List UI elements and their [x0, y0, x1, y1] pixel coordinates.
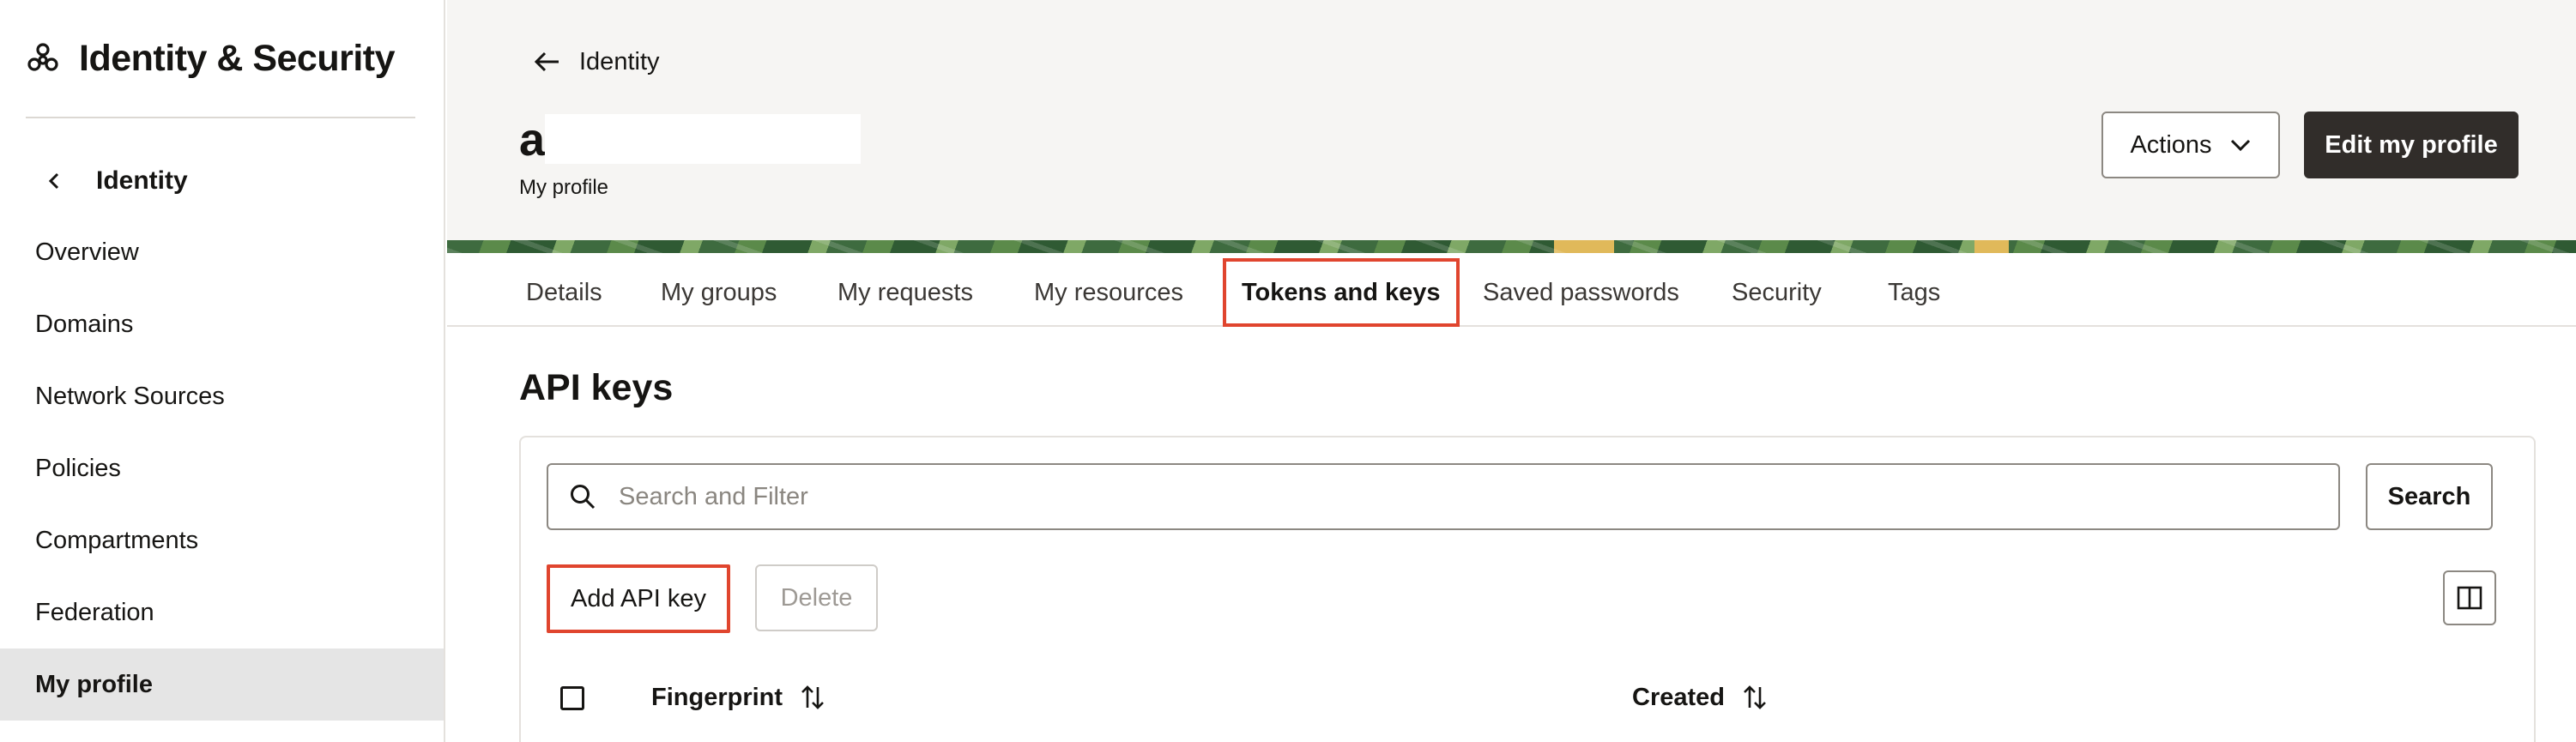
- column-header-fingerprint[interactable]: Fingerprint: [651, 676, 825, 719]
- tab-tags[interactable]: Tags: [1888, 267, 1940, 318]
- tab-my-requests[interactable]: My requests: [838, 267, 973, 318]
- tab-saved-passwords[interactable]: Saved passwords: [1483, 267, 1679, 318]
- banner-accent: [1974, 240, 2009, 253]
- page-title: a: [519, 114, 546, 166]
- sidebar: Identity & Security Identity Overview Do…: [0, 0, 445, 742]
- arrow-left-icon: [534, 51, 559, 72]
- breadcrumb-label: Identity: [579, 47, 660, 75]
- column-header-label: Created: [1632, 683, 1725, 711]
- column-header-created[interactable]: Created: [1632, 676, 1768, 719]
- add-api-key-button[interactable]: Add API key: [547, 564, 730, 633]
- api-keys-panel: Search Add API key Delete Fingerprint Cr…: [519, 436, 2536, 742]
- edit-profile-button[interactable]: Edit my profile: [2304, 112, 2519, 178]
- columns-icon: [2457, 586, 2482, 610]
- sort-icon: [801, 685, 824, 709]
- banner-accent: [1554, 240, 1614, 253]
- select-all-checkbox[interactable]: [560, 686, 584, 710]
- sidebar-item-network-sources[interactable]: Network Sources: [0, 360, 444, 432]
- search-input[interactable]: [619, 482, 2249, 511]
- profile-header: Identity a My profile Actions Edit my pr…: [447, 0, 2576, 240]
- sidebar-back-link[interactable]: Identity: [43, 160, 188, 202]
- sidebar-item-compartments[interactable]: Compartments: [0, 504, 444, 576]
- sidebar-title: Identity & Security: [79, 37, 396, 79]
- api-keys-title: API keys: [519, 367, 674, 408]
- sidebar-divider: [26, 117, 415, 118]
- delete-button[interactable]: Delete: [755, 564, 878, 631]
- tab-my-groups[interactable]: My groups: [661, 267, 777, 318]
- main-content: Identity a My profile Actions Edit my pr…: [447, 0, 2576, 742]
- page-subtitle: My profile: [519, 176, 609, 199]
- actions-label: Actions: [2130, 130, 2212, 159]
- chevron-down-icon: [2230, 139, 2250, 152]
- tab-details[interactable]: Details: [526, 267, 602, 318]
- profile-tabs: Details My groups My requests My resourc…: [447, 253, 2576, 327]
- redacted-name-area: [545, 114, 861, 164]
- column-header-label: Fingerprint: [651, 683, 783, 711]
- tab-tokens-and-keys[interactable]: Tokens and keys: [1223, 258, 1460, 327]
- app-root: Identity & Security Identity Overview Do…: [0, 0, 2576, 742]
- sidebar-item-federation[interactable]: Federation: [0, 576, 444, 648]
- tab-my-resources[interactable]: My resources: [1034, 267, 1183, 318]
- decorative-banner: [447, 240, 2576, 253]
- search-icon: [571, 485, 596, 510]
- identity-logo-icon: [27, 43, 58, 71]
- sidebar-item-my-profile[interactable]: My profile: [0, 648, 444, 721]
- tab-security[interactable]: Security: [1732, 267, 1822, 318]
- sidebar-item-domains[interactable]: Domains: [0, 288, 444, 360]
- search-button[interactable]: Search: [2366, 463, 2493, 530]
- sidebar-item-overview[interactable]: Overview: [0, 216, 444, 288]
- sidebar-header: Identity & Security: [26, 33, 396, 84]
- sidebar-item-policies[interactable]: Policies: [0, 432, 444, 504]
- sort-icon: [1744, 685, 1766, 709]
- search-field[interactable]: [547, 463, 2340, 530]
- breadcrumb[interactable]: Identity: [533, 43, 660, 81]
- chevron-left-icon: [48, 172, 59, 190]
- sidebar-back-label: Identity: [96, 166, 188, 195]
- column-settings-button[interactable]: [2443, 570, 2496, 625]
- actions-menu-button[interactable]: Actions: [2101, 112, 2280, 178]
